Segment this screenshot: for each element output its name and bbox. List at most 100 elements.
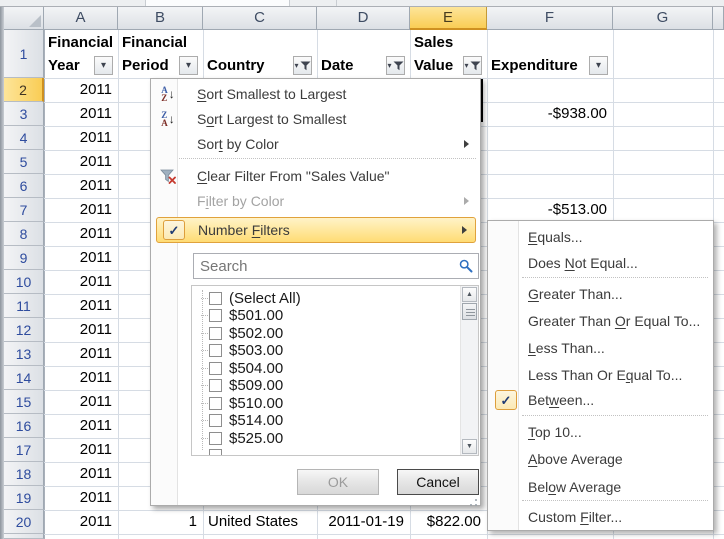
submenu-item-between[interactable]: ✓Between... [490,388,711,412]
cell-A5[interactable]: 2011 [44,150,118,174]
submenu-item-top-10[interactable]: Top 10... [490,420,711,444]
cell-A6[interactable]: 2011 [44,174,118,198]
column-header-B[interactable]: B [118,7,203,30]
filter-value-item[interactable]: $501.00 [194,306,458,324]
filter-button-F[interactable]: ▾ [589,56,608,75]
checkbox[interactable] [209,292,222,305]
checkbox[interactable] [209,414,222,427]
cell-A14[interactable]: 2011 [44,366,118,390]
filter-value-item[interactable]: $504.00 [194,359,458,377]
row-header-2[interactable]: 2 [4,78,44,102]
select-all-corner[interactable] [4,7,44,30]
column-header-A[interactable]: A [44,7,118,30]
row-header-7[interactable]: 7 [4,198,44,222]
row-header-9[interactable]: 9 [4,246,44,270]
filter-value-item[interactable]: $503.00 [194,341,458,359]
filter-value-item[interactable]: $514.00 [194,411,458,429]
submenu-item-does-not-equal[interactable]: Does Not Equal... [490,251,711,275]
filter-button-D[interactable]: ▾ [386,56,405,75]
menu-item-sort-by-color[interactable]: Sort by Color [153,132,477,156]
row-header-21[interactable] [4,534,44,539]
filter-value-item[interactable]: (Select All) [194,289,458,307]
filter-value-item[interactable]: $502.00 [194,324,458,342]
cell-F3[interactable]: -$938.00 [487,102,613,126]
row-header-16[interactable]: 16 [4,414,44,438]
resize-grip[interactable] [468,494,478,504]
menu-item-number-filters[interactable]: ✓Number Filters [156,217,476,243]
cell-B20[interactable]: 1 [118,510,203,534]
column-header-G[interactable]: G [613,7,713,30]
checkbox[interactable] [209,362,222,375]
cell-C20[interactable]: United States [203,510,317,534]
cell-A8[interactable]: 2011 [44,222,118,246]
cell-A16[interactable]: 2011 [44,414,118,438]
column-header-C[interactable]: C [203,7,317,30]
filter-button-A[interactable]: ▾ [94,56,113,75]
scroll-down-button[interactable]: ▼ [462,439,477,454]
filter-button-C[interactable]: ▾ [293,56,312,75]
submenu-item-above-average[interactable]: Above Average [490,447,711,471]
cell-A17[interactable]: 2011 [44,438,118,462]
filter-button-B[interactable]: ▾ [179,56,198,75]
row-header-5[interactable]: 5 [4,150,44,174]
submenu-item-greater-than[interactable]: Greater Than... [490,282,711,306]
menu-item-clear-filter-from-sales-value[interactable]: Clear Filter From "Sales Value" [153,164,477,188]
cell-A7[interactable]: 2011 [44,198,118,222]
submenu-item-equals[interactable]: Equals... [490,225,711,249]
column-header-E[interactable]: E [410,7,487,30]
scroll-up-button[interactable]: ▲ [462,287,477,302]
menu-item-sort-smallest-to-largest[interactable]: AZ↓Sort Smallest to Largest [153,82,477,106]
cell-A10[interactable]: 2011 [44,270,118,294]
filter-value-item[interactable]: $510.00 [194,394,458,412]
row-header-15[interactable]: 15 [4,390,44,414]
row-header-1[interactable]: 1 [4,30,44,78]
submenu-item-less-than[interactable]: Less Than... [490,336,711,360]
cell-D20[interactable]: 2011-01-19 [317,510,410,534]
checkbox[interactable] [209,432,222,445]
row-header-10[interactable]: 10 [4,270,44,294]
menu-item-sort-largest-to-smallest[interactable]: ZA↓Sort Largest to Smallest [153,107,477,131]
checkbox[interactable] [209,397,222,410]
row-header-4[interactable]: 4 [4,126,44,150]
cell-A3[interactable]: 2011 [44,102,118,126]
cell-A9[interactable]: 2011 [44,246,118,270]
column-header-partial[interactable] [713,7,724,30]
row-header-3[interactable]: 3 [4,102,44,126]
checkbox[interactable] [209,379,222,392]
row-header-17[interactable]: 17 [4,438,44,462]
column-header-D[interactable]: D [317,7,410,30]
cancel-button[interactable]: Cancel [397,469,479,495]
column-header-F[interactable]: F [487,7,613,30]
cell-F7[interactable]: -$513.00 [487,198,613,222]
filter-button-E[interactable]: ▾ [463,56,482,75]
cell-A15[interactable]: 2011 [44,390,118,414]
submenu-item-custom-filter[interactable]: Custom Filter... [490,505,711,529]
row-header-14[interactable]: 14 [4,366,44,390]
row-header-19[interactable]: 19 [4,486,44,510]
cell-A19[interactable]: 2011 [44,486,118,510]
cell-A11[interactable]: 2011 [44,294,118,318]
cell-A20[interactable]: 2011 [44,510,118,534]
row-header-13[interactable]: 13 [4,342,44,366]
scroll-thumb[interactable] [462,303,477,320]
cell-A18[interactable]: 2011 [44,462,118,486]
checkbox[interactable] [209,449,222,457]
filter-search-input[interactable] [194,254,478,278]
row-header-18[interactable]: 18 [4,462,44,486]
scrollbar[interactable]: ▲ ▼ [460,286,478,455]
row-header-12[interactable]: 12 [4,318,44,342]
checkbox[interactable] [209,327,222,340]
cell-A2[interactable]: 2011 [44,78,118,102]
checkbox[interactable] [209,309,222,322]
cell-A4[interactable]: 2011 [44,126,118,150]
filter-value-item-partial[interactable] [194,446,458,456]
row-header-20[interactable]: 20 [4,510,44,534]
row-header-6[interactable]: 6 [4,174,44,198]
submenu-item-below-average[interactable]: Below Average [490,475,711,499]
cell-A13[interactable]: 2011 [44,342,118,366]
cell-E20[interactable]: $822.00 [410,510,487,534]
cell-A12[interactable]: 2011 [44,318,118,342]
checkbox[interactable] [209,344,222,357]
submenu-item-less-than-or-equal-to[interactable]: Less Than Or Equal To... [490,363,711,387]
row-header-8[interactable]: 8 [4,222,44,246]
